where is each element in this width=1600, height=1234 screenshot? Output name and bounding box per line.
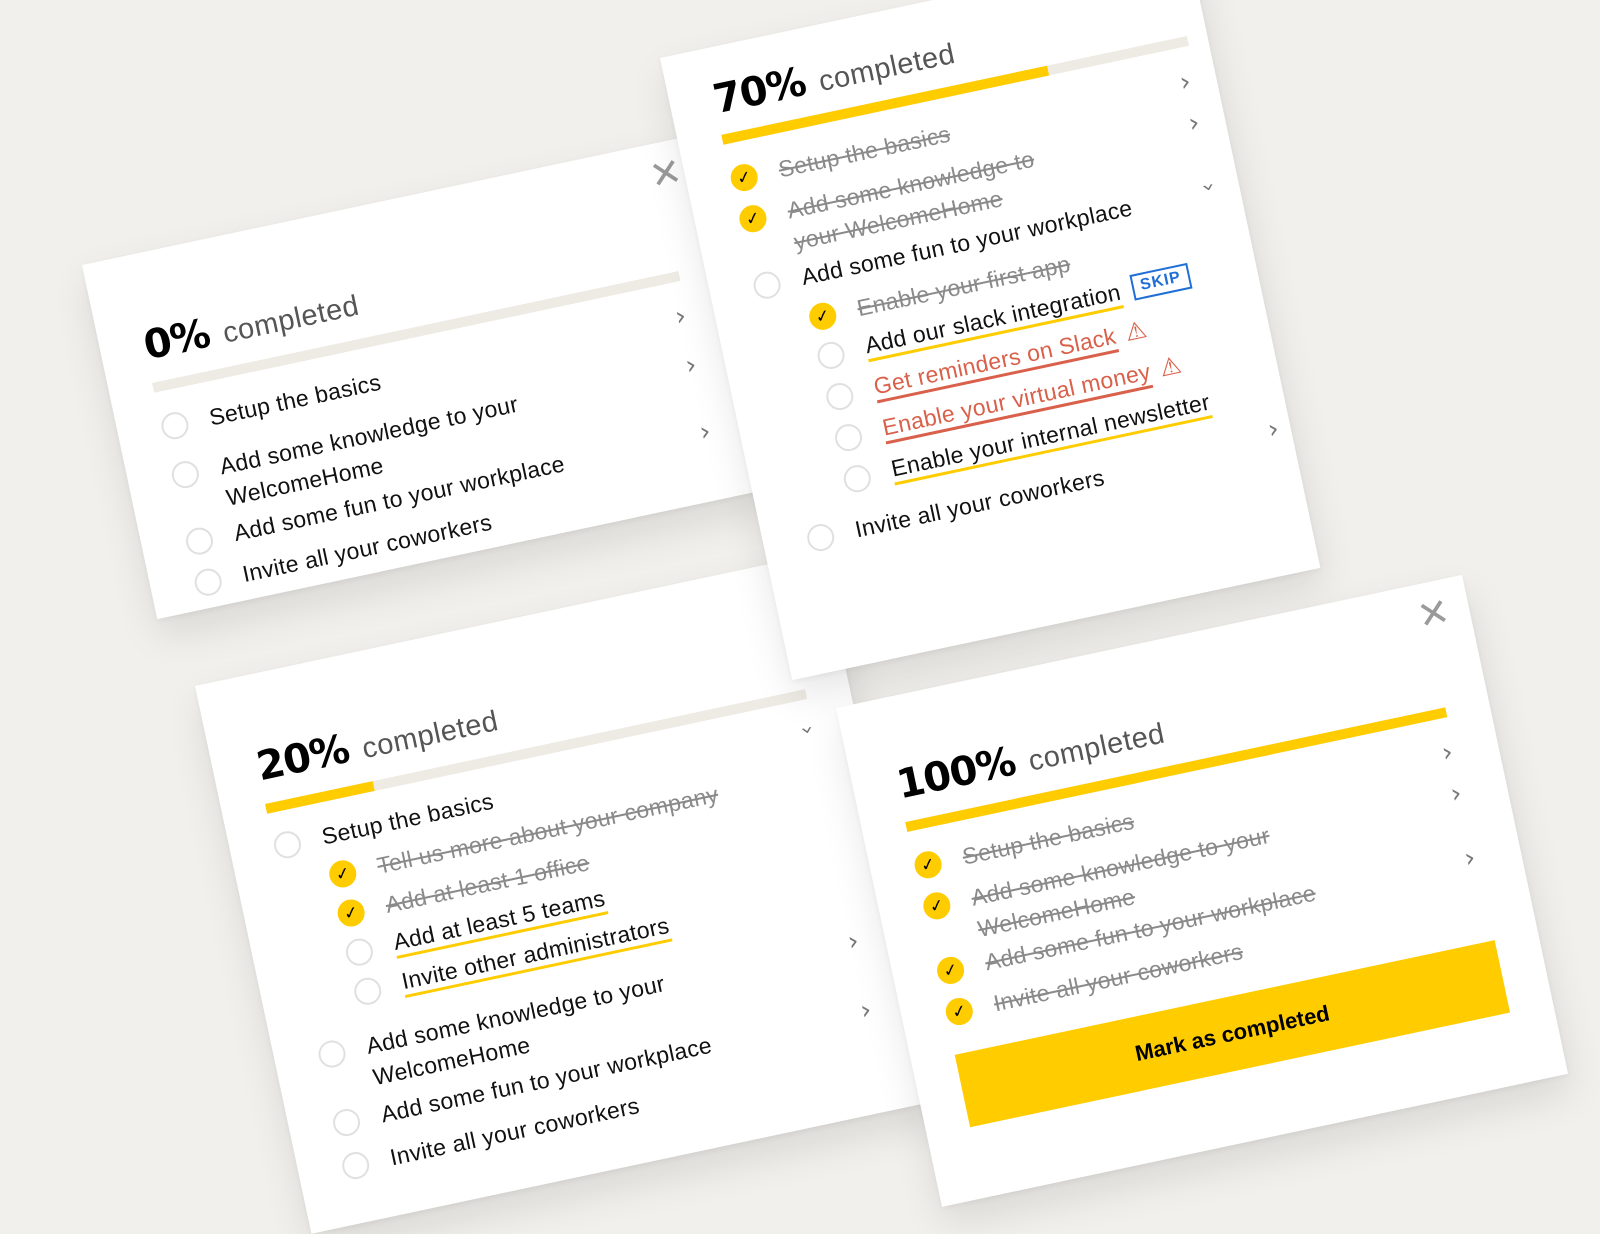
chevron-right-icon[interactable]: › xyxy=(1439,737,1455,769)
checkbox[interactable] xyxy=(169,458,202,491)
chevron-right-icon[interactable]: › xyxy=(1462,843,1478,875)
checkbox-checked[interactable]: ✓ xyxy=(728,161,761,194)
progress-percent: 0% xyxy=(139,310,214,370)
checkbox[interactable] xyxy=(330,1106,363,1139)
checkbox[interactable] xyxy=(804,521,837,554)
checkbox[interactable] xyxy=(343,936,376,969)
progress-label: completed xyxy=(1025,717,1168,778)
chevron-right-icon[interactable]: › xyxy=(1448,778,1464,810)
chevron-right-icon[interactable]: › xyxy=(1177,67,1193,99)
checkbox[interactable] xyxy=(316,1038,349,1071)
chevron-down-icon[interactable]: › xyxy=(794,723,820,737)
checkbox-checked[interactable]: ✓ xyxy=(326,857,359,890)
progress-header: 0% completed xyxy=(139,279,363,370)
checkbox[interactable] xyxy=(339,1149,372,1182)
checkbox-checked[interactable]: ✓ xyxy=(912,848,945,881)
progress-fill xyxy=(152,383,155,393)
skip-button[interactable]: SKIP xyxy=(1129,262,1193,301)
checklist-card-100: ✕ 100% completed ✓ Setup the basics › ✓ … xyxy=(836,574,1569,1207)
chevron-right-icon[interactable]: › xyxy=(1265,414,1281,446)
chevron-right-icon[interactable]: › xyxy=(672,301,688,333)
progress-percent: 20% xyxy=(252,726,353,791)
close-icon[interactable]: ✕ xyxy=(1412,589,1455,639)
checkbox-checked[interactable]: ✓ xyxy=(806,300,839,333)
checkbox[interactable] xyxy=(271,828,304,861)
warning-icon: ⚠ xyxy=(1157,350,1184,383)
chevron-right-icon[interactable]: › xyxy=(858,995,874,1027)
progress-header: 20% completed xyxy=(253,694,502,790)
warning-icon: ⚠ xyxy=(1122,315,1150,347)
chevron-down-icon[interactable]: › xyxy=(1195,180,1221,194)
chevron-right-icon[interactable]: › xyxy=(1186,108,1202,140)
checkbox-checked[interactable]: ✓ xyxy=(920,889,953,922)
checkbox[interactable] xyxy=(158,409,191,442)
checkbox[interactable] xyxy=(823,380,856,413)
progress-label: completed xyxy=(220,289,362,350)
checkbox[interactable] xyxy=(183,525,216,558)
checkbox-checked[interactable]: ✓ xyxy=(943,995,976,1028)
checkbox-checked[interactable]: ✓ xyxy=(335,896,368,930)
checkbox[interactable] xyxy=(841,462,874,495)
checklist-card-0: ✕ 0% completed Setup the basics › Add so… xyxy=(82,134,770,620)
progress-header: 70% completed xyxy=(709,27,958,123)
chevron-right-icon[interactable]: › xyxy=(683,350,699,382)
progress-header: 100% completed xyxy=(893,707,1169,809)
checkbox[interactable] xyxy=(192,566,225,599)
checkbox[interactable] xyxy=(815,339,848,372)
checkbox[interactable] xyxy=(351,975,384,1008)
chevron-right-icon[interactable]: › xyxy=(845,926,861,958)
progress-label: completed xyxy=(359,705,502,766)
chevron-right-icon[interactable]: › xyxy=(697,416,713,448)
checkbox[interactable] xyxy=(751,269,784,302)
checkbox[interactable] xyxy=(832,421,865,454)
checkbox-checked[interactable]: ✓ xyxy=(934,954,967,987)
progress-percent: 100% xyxy=(892,738,1020,809)
progress-percent: 70% xyxy=(709,58,810,124)
checkbox-checked[interactable]: ✓ xyxy=(736,202,769,235)
